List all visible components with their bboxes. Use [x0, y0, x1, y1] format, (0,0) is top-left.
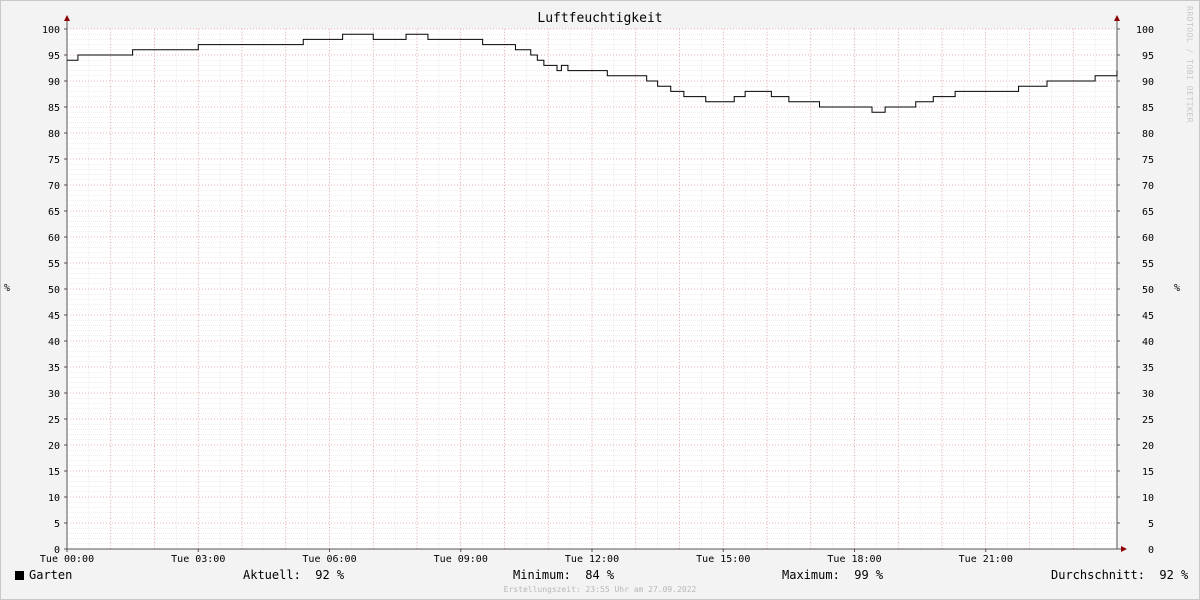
y-tick-label-right: 15: [1142, 467, 1154, 478]
y-tick-label-left: 45: [48, 311, 60, 322]
y-tick-label-right: 70: [1142, 181, 1154, 192]
legend-maximum: Maximum: 99 %: [782, 568, 884, 582]
y-tick-label-left: 70: [48, 181, 60, 192]
y-tick-label-left: 35: [48, 363, 60, 374]
y-tick-label-right: 30: [1142, 389, 1154, 400]
y-tick-label-left: 90: [48, 77, 60, 88]
x-tick-label: Tue 09:00: [434, 554, 488, 565]
y-tick-label-right: 85: [1142, 103, 1154, 114]
legend-durchschnitt: Durchschnitt: 92 %: [1051, 568, 1189, 582]
x-tick-label: Tue 21:00: [959, 554, 1013, 565]
y-tick-label-right: 35: [1142, 363, 1154, 374]
y-tick-label-right: 50: [1142, 285, 1154, 296]
y-tick-label-right: 40: [1142, 337, 1154, 348]
footer-timestamp: Erstellungszeit: 23:55 Uhr am 27.09.2022: [503, 585, 697, 594]
y-tick-label-right: 95: [1142, 51, 1154, 62]
y-tick-label-left: 95: [48, 51, 60, 62]
x-tick-label: Tue 03:00: [171, 554, 225, 565]
x-tick-label: Tue 00:00: [40, 554, 94, 565]
legend-series-name: Garten: [29, 568, 73, 582]
y-tick-label-right: 65: [1142, 207, 1154, 218]
y-tick-label-right: 75: [1142, 155, 1154, 166]
y-tick-label-left: 85: [48, 103, 60, 114]
y-tick-label-left: 60: [48, 233, 60, 244]
y-tick-label-right: 5: [1148, 519, 1154, 530]
y-axis-arrow-left: [64, 15, 70, 21]
x-tick-label: Tue 15:00: [696, 554, 750, 565]
y-tick-label-left: 20: [48, 441, 60, 452]
y-tick-label-left: 80: [48, 129, 60, 140]
y-tick-label-left: 30: [48, 389, 60, 400]
legend-swatch: [15, 571, 24, 580]
y-tick-label-left: 55: [48, 259, 60, 270]
y-tick-label-right: 45: [1142, 311, 1154, 322]
legend-minimum: Minimum: 84 %: [513, 568, 615, 582]
x-tick-label: Tue 06:00: [302, 554, 356, 565]
y-tick-label-right: 0: [1148, 545, 1154, 556]
y-axis-arrow-right: [1114, 15, 1120, 21]
y-tick-label-left: 100: [42, 25, 60, 36]
chart-plot: 0 05 510 1015 1520 2025 2530 3035 3540 4045 4550 50…: [40, 15, 1154, 565]
y-tick-label-left: 15: [48, 467, 60, 478]
y-tick-label-right: 20: [1142, 441, 1154, 452]
x-axis-arrow: [1121, 546, 1127, 552]
y-tick-label-right: 100: [1136, 25, 1154, 36]
x-tick-label: Tue 12:00: [565, 554, 619, 565]
y-tick-label-right: 80: [1142, 129, 1154, 140]
y-tick-label-left: 65: [48, 207, 60, 218]
y-tick-label-left: 10: [48, 493, 60, 504]
legend-aktuell: Aktuell: 92 %: [243, 568, 345, 582]
y-tick-label-left: 40: [48, 337, 60, 348]
y-tick-label-right: 55: [1142, 259, 1154, 270]
y-tick-label-right: 60: [1142, 233, 1154, 244]
legend-entry-garten: Garten: [15, 568, 72, 582]
y-tick-label-right: 90: [1142, 77, 1154, 88]
y-tick-label-right: 10: [1142, 493, 1154, 504]
y-tick-label-left: 50: [48, 285, 60, 296]
y-tick-label-right: 25: [1142, 415, 1154, 426]
y-tick-label-left: 25: [48, 415, 60, 426]
y-tick-label-left: 75: [48, 155, 60, 166]
y-tick-label-left: 5: [54, 519, 60, 530]
x-tick-label: Tue 18:00: [827, 554, 881, 565]
